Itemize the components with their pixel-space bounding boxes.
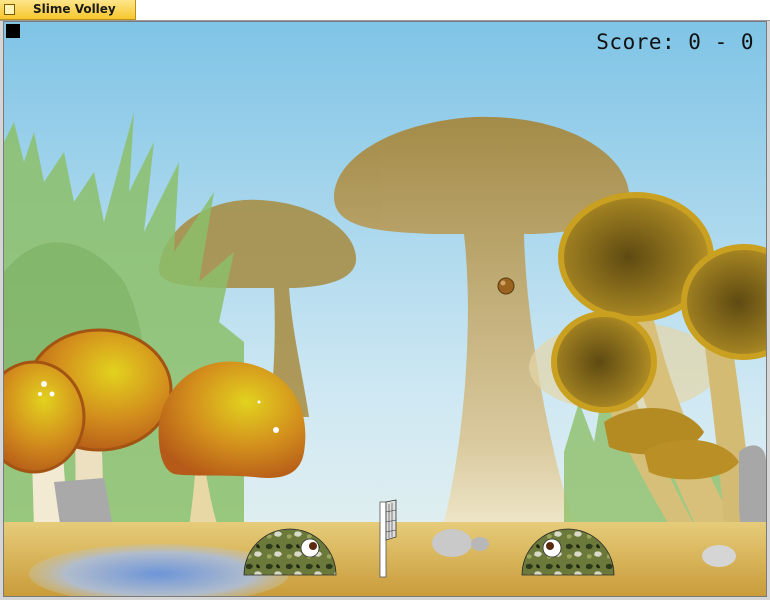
game-scene[interactable] bbox=[4, 22, 766, 596]
game-frame[interactable]: Score: 0 - 0 bbox=[3, 21, 767, 597]
window-title: Slime Volley bbox=[33, 2, 116, 16]
window-tab[interactable]: Slime Volley bbox=[0, 0, 136, 20]
menu-square-icon[interactable] bbox=[6, 24, 20, 38]
ball bbox=[497, 277, 515, 295]
title-bar: Slime Volley bbox=[0, 0, 770, 21]
window-icon[interactable] bbox=[4, 4, 15, 15]
score-display: Score: 0 - 0 bbox=[596, 30, 754, 54]
